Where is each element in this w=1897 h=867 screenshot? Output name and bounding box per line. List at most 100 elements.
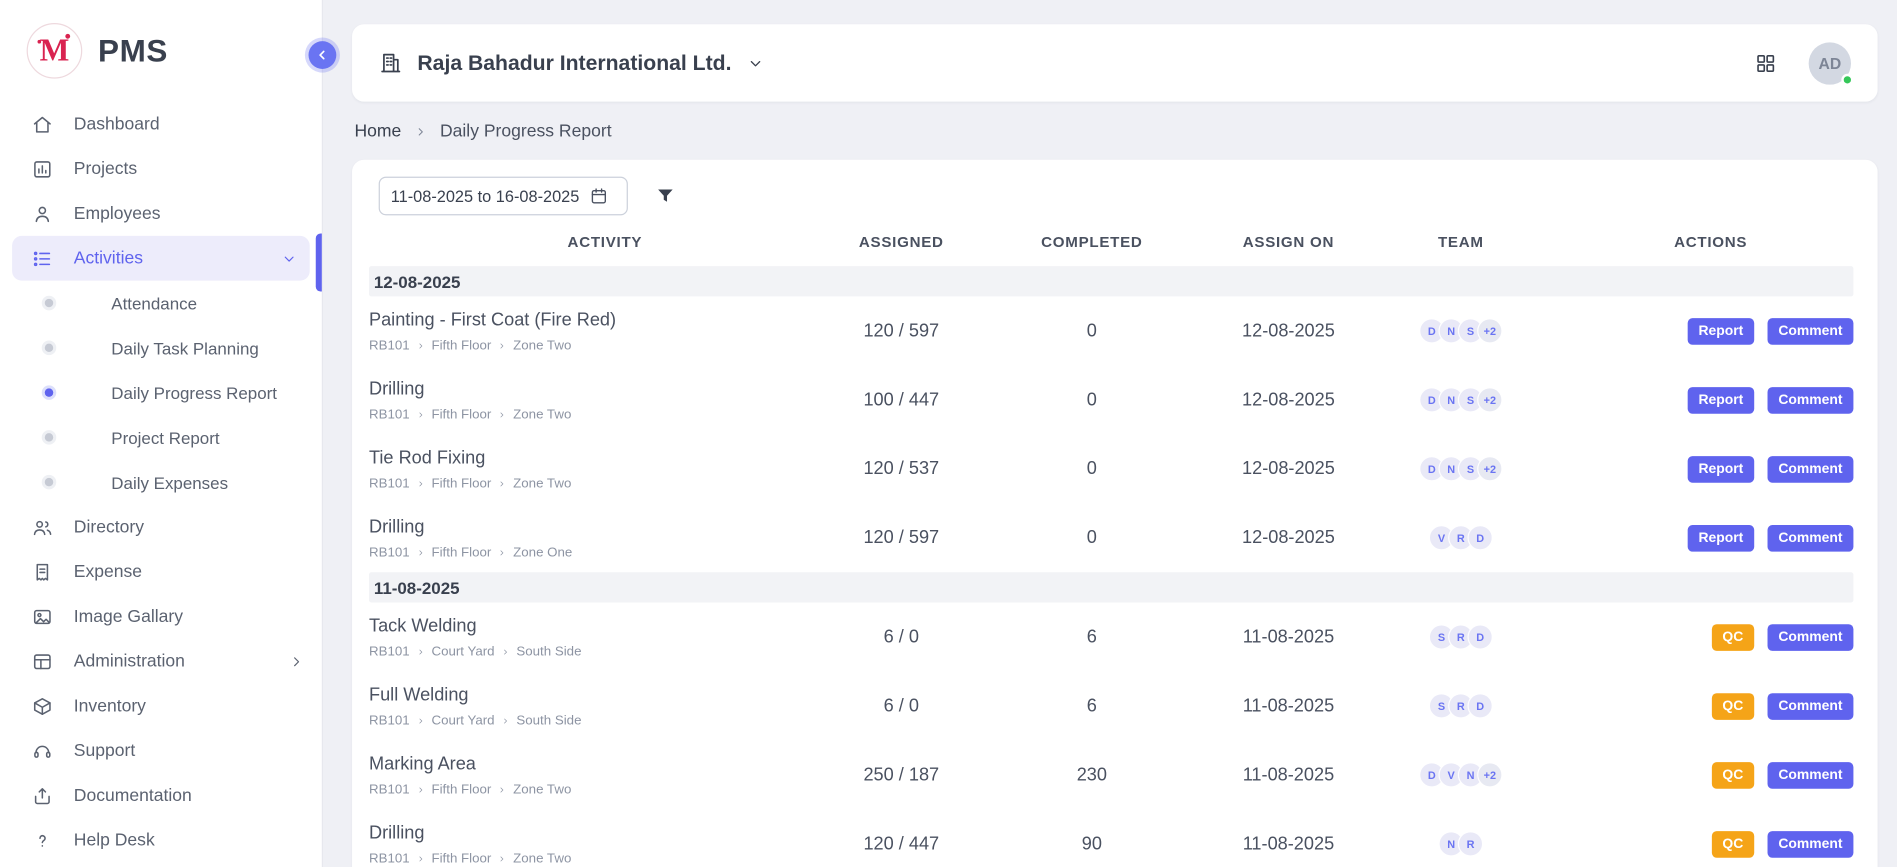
sidebar-item-administration[interactable]: Administration <box>0 639 322 684</box>
chevron-left-icon <box>315 47 331 63</box>
activity-path: RB101Fifth FloorZone Two <box>369 476 571 491</box>
sidebar-subitem-attendance[interactable]: Attendance <box>0 281 322 326</box>
report-button[interactable]: Report <box>1688 524 1755 551</box>
completed-value: 6 <box>962 627 1222 648</box>
sidebar-item-image-gallary[interactable]: Image Gallary <box>0 594 322 639</box>
team-extra-badge[interactable]: +2 <box>1477 318 1502 343</box>
comment-button[interactable]: Comment <box>1767 387 1853 414</box>
team-extra-badge[interactable]: +2 <box>1477 456 1502 481</box>
sidebar-item-label: Inventory <box>74 696 146 715</box>
calendar-icon[interactable] <box>589 186 616 205</box>
sidebar-item-directory[interactable]: Directory <box>0 504 322 549</box>
path-segment: RB101 <box>369 644 410 659</box>
activity-name: Drilling <box>369 822 424 843</box>
user-avatar[interactable]: AD <box>1809 42 1851 84</box>
activity-row: Tack WeldingRB101Court YardSouth Side6 /… <box>369 602 1853 671</box>
comment-button[interactable]: Comment <box>1767 318 1853 345</box>
sidebar-item-employees[interactable]: Employees <box>0 191 322 236</box>
report-button[interactable]: Report <box>1688 318 1755 345</box>
image-icon <box>31 606 53 628</box>
path-segment: RB101 <box>369 545 410 560</box>
activity-path: RB101Court YardSouth Side <box>369 713 582 728</box>
progress-table: ACTIVITYASSIGNEDCOMPLETEDASSIGN ONTEAMAC… <box>369 218 1853 867</box>
assigned-value: 120 / 537 <box>841 459 962 480</box>
sidebar-item-projects[interactable]: Projects <box>0 146 322 191</box>
team-extra-badge[interactable]: +2 <box>1477 387 1502 412</box>
row-actions: QC Comment <box>1567 831 1855 858</box>
chevron-right-icon <box>416 478 426 488</box>
breadcrumb-current: Daily Progress Report <box>440 122 612 141</box>
sidebar-item-expense[interactable]: Expense <box>0 549 322 594</box>
comment-button[interactable]: Comment <box>1767 455 1853 482</box>
inventory-icon <box>31 695 53 717</box>
chevron-right-icon <box>497 410 507 420</box>
company-selector[interactable]: Raja Bahadur International Ltd. <box>379 50 764 75</box>
sidebar-item-label: Employees <box>74 204 161 223</box>
column-header-assigned: ASSIGNED <box>841 233 962 250</box>
sidebar-item-dashboard[interactable]: Dashboard <box>0 102 322 147</box>
team-member-avatar: D <box>1467 693 1492 718</box>
sidebar-subitem-label: Daily Expenses <box>111 472 228 491</box>
sidebar-subitem-daily-expenses[interactable]: Daily Expenses <box>0 460 322 505</box>
sidebar: M PMS DashboardProjectsEmployeesActiviti… <box>0 0 323 867</box>
comment-button[interactable]: Comment <box>1767 524 1853 551</box>
qc-button[interactable]: QC <box>1712 762 1755 789</box>
comment-button[interactable]: Comment <box>1767 693 1853 720</box>
report-button[interactable]: Report <box>1688 455 1755 482</box>
report-button[interactable]: Report <box>1688 387 1755 414</box>
avatar-initials: AD <box>1818 54 1841 72</box>
sidebar-item-label: Activities <box>74 249 143 268</box>
sidebar-item-help-desk[interactable]: Help Desk <box>0 818 322 863</box>
comment-button[interactable]: Comment <box>1767 831 1853 858</box>
qc-button[interactable]: QC <box>1712 831 1755 858</box>
column-header-actions: ACTIONS <box>1567 233 1855 250</box>
bullet-icon <box>45 344 53 352</box>
building-icon <box>379 51 403 75</box>
assigned-value: 120 / 597 <box>841 527 962 548</box>
assign-on-date: 12-08-2025 <box>1222 459 1355 480</box>
qc-button[interactable]: QC <box>1712 624 1755 651</box>
administration-icon <box>31 650 53 672</box>
expense-icon <box>31 561 53 583</box>
chevron-right-icon <box>497 478 507 488</box>
funnel-icon[interactable] <box>655 185 677 207</box>
row-actions: Report Comment <box>1567 387 1855 414</box>
team-extra-badge[interactable]: +2 <box>1477 762 1502 787</box>
comment-button[interactable]: Comment <box>1767 624 1853 651</box>
directory-icon <box>31 516 53 538</box>
activity-name: Painting - First Coat (Fire Red) <box>369 309 616 330</box>
team-avatars: DNS+2 <box>1355 387 1567 412</box>
path-segment: RB101 <box>369 407 410 422</box>
sidebar-item-inventory[interactable]: Inventory <box>0 684 322 729</box>
home-icon <box>31 113 53 135</box>
date-range-input[interactable]: 11-08-2025 to 16-08-2025 <box>379 177 628 216</box>
path-segment: RB101 <box>369 851 410 866</box>
filter-row: 11-08-2025 to 16-08-2025 <box>369 174 1853 218</box>
sidebar-subitem-daily-task-planning[interactable]: Daily Task Planning <box>0 325 322 370</box>
sidebar-subitem-daily-progress-report[interactable]: Daily Progress Report <box>0 370 322 415</box>
documentation-icon <box>31 785 53 807</box>
assign-on-date: 11-08-2025 <box>1222 696 1355 717</box>
chevron-right-icon <box>416 785 426 795</box>
sidebar-item-documentation[interactable]: Documentation <box>0 773 322 818</box>
qc-button[interactable]: QC <box>1712 693 1755 720</box>
comment-button[interactable]: Comment <box>1767 762 1853 789</box>
sidebar-collapse-button[interactable] <box>308 41 336 69</box>
team-avatars: DNS+2 <box>1355 318 1567 343</box>
row-actions: Report Comment <box>1567 318 1855 345</box>
bullet-icon <box>45 433 53 441</box>
chevron-right-icon <box>497 547 507 557</box>
sidebar-subitem-project-report[interactable]: Project Report <box>0 415 322 460</box>
assign-on-date: 12-08-2025 <box>1222 527 1355 548</box>
team-avatars: DNS+2 <box>1355 456 1567 481</box>
path-segment: South Side <box>516 644 581 659</box>
activity-name: Drilling <box>369 378 424 399</box>
chevron-down-icon <box>746 54 764 72</box>
apps-grid-icon[interactable] <box>1754 51 1777 74</box>
help-icon <box>31 829 53 851</box>
sidebar-item-support[interactable]: Support <box>0 728 322 773</box>
breadcrumb-home[interactable]: Home <box>354 122 401 141</box>
online-status-dot <box>1841 73 1853 85</box>
sidebar-item-activities[interactable]: Activities <box>12 236 310 281</box>
active-item-indicator <box>316 233 322 291</box>
